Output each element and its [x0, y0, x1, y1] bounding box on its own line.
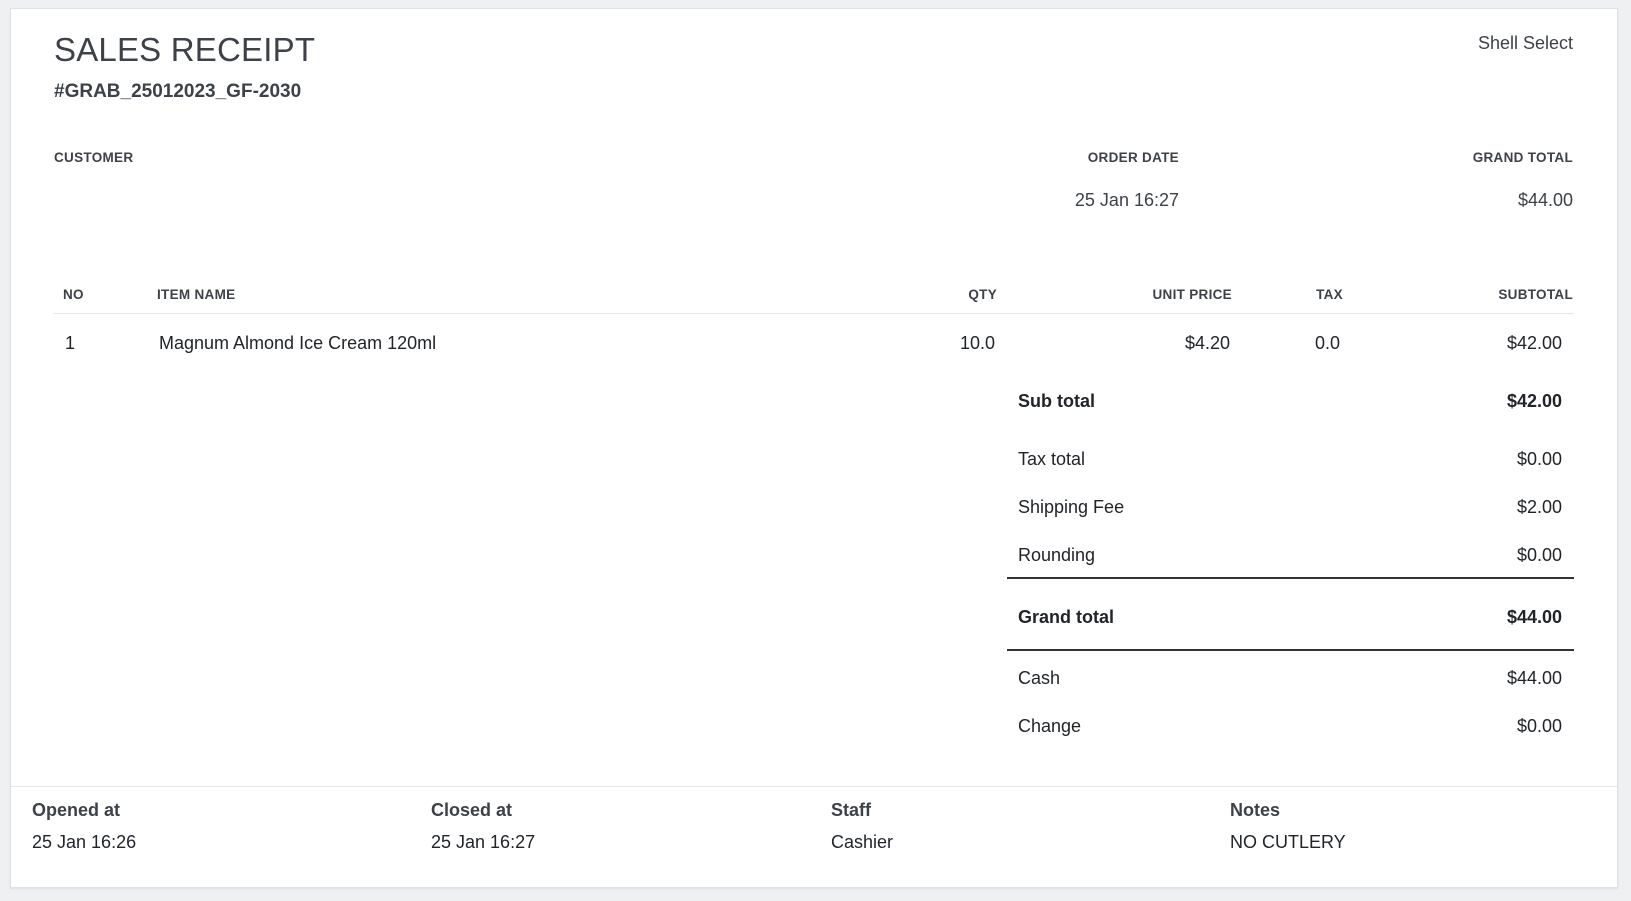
sub-total-value: $42.00: [1506, 391, 1562, 411]
row-subtotal: $42.00: [1506, 333, 1562, 353]
rounding-label: Rounding: [1018, 545, 1096, 565]
customer-label: CUSTOMER: [54, 150, 134, 165]
row-qty: 10.0: [959, 333, 995, 353]
staff-label: Staff: [831, 800, 871, 820]
cash-value: $44.00: [1506, 668, 1562, 688]
row-unit-price: $4.20: [1184, 333, 1230, 353]
column-header-qty: QTY: [968, 287, 997, 302]
opened-at-label: Opened at: [32, 800, 121, 820]
closed-at-value: 25 Jan 16:27: [431, 832, 536, 852]
closed-at-label: Closed at: [431, 800, 513, 820]
grand-total-bottom-divider: [1007, 649, 1574, 651]
staff-value: Cashier: [831, 832, 894, 852]
shop-name: Shell Select: [1477, 33, 1573, 53]
grand-total-header-value: $44.00: [1517, 190, 1573, 210]
footer-divider: [11, 786, 1617, 787]
cash-label: Cash: [1018, 668, 1061, 688]
column-header-tax: TAX: [1316, 287, 1343, 302]
opened-at-value: 25 Jan 16:26: [32, 832, 137, 852]
row-tax: 0.0: [1314, 333, 1340, 353]
order-date-label: ORDER DATE: [1087, 150, 1179, 165]
notes-label: Notes: [1230, 800, 1281, 820]
grand-total-value: $44.00: [1506, 607, 1562, 627]
table-header-divider: [54, 313, 1574, 314]
grand-total-top-divider: [1007, 577, 1574, 579]
receipt-card: SALES RECEIPT #GRAB_25012023_GF-2030 She…: [10, 8, 1618, 888]
tax-total-value: $0.00: [1516, 449, 1562, 469]
shipping-fee-value: $2.00: [1516, 497, 1562, 517]
column-header-unit-price: UNIT PRICE: [1152, 287, 1232, 302]
grand-total-header-label: GRAND TOTAL: [1472, 150, 1573, 165]
sub-total-label: Sub total: [1018, 391, 1095, 411]
column-header-no: NO: [63, 287, 84, 302]
column-header-item-name: ITEM NAME: [157, 287, 236, 302]
row-no: 1: [65, 333, 76, 353]
row-item-name: Magnum Almond Ice Cream 120ml: [159, 333, 437, 353]
tax-total-label: Tax total: [1018, 449, 1086, 469]
receipt-number: #GRAB_25012023_GF-2030: [54, 81, 302, 102]
order-date-value: 25 Jan 16:27: [1074, 190, 1179, 210]
page-title: SALES RECEIPT: [54, 31, 316, 68]
grand-total-label: Grand total: [1018, 607, 1115, 627]
change-value: $0.00: [1516, 716, 1562, 736]
notes-value: NO CUTLERY: [1230, 832, 1346, 852]
shipping-fee-label: Shipping Fee: [1018, 497, 1125, 517]
change-label: Change: [1018, 716, 1082, 736]
rounding-value: $0.00: [1516, 545, 1562, 565]
column-header-subtotal: SUBTOTAL: [1498, 287, 1573, 302]
